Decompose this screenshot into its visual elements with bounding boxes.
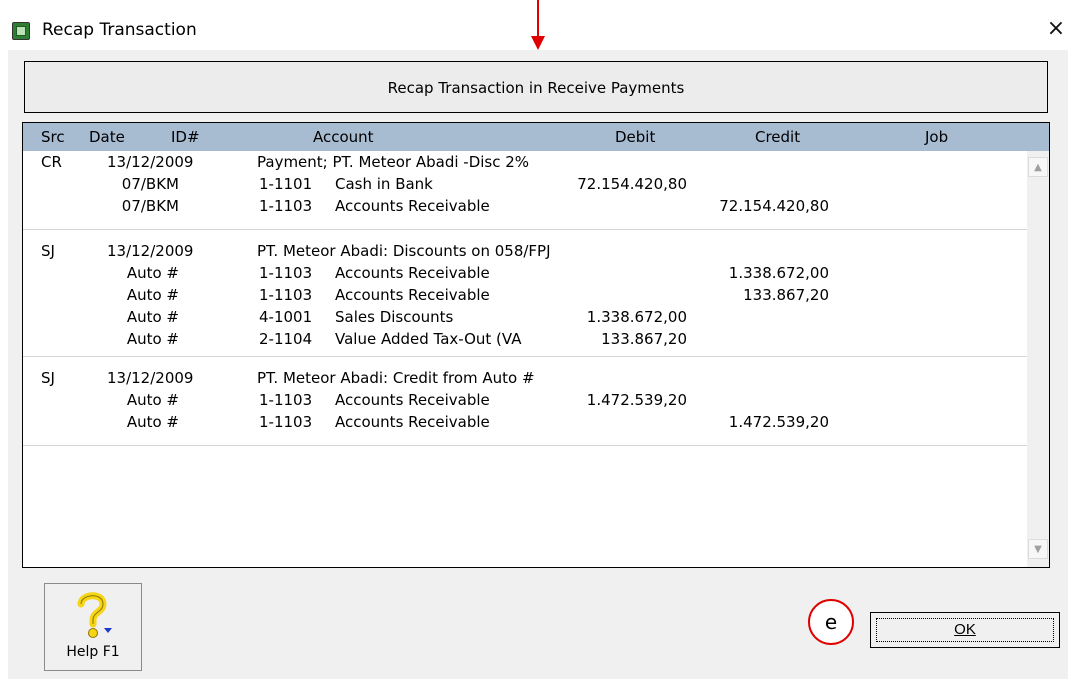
- ok-button-label: OK: [954, 621, 976, 638]
- transaction-group[interactable]: SJ 13/12/2009 PT. Meteor Abadi: Credit f…: [23, 365, 1027, 446]
- id-cell: Auto #: [126, 286, 179, 304]
- account-name-cell: Sales Discounts: [335, 308, 454, 326]
- transaction-header-row: CR 13/12/2009 Payment; PT. Meteor Abadi …: [23, 153, 1027, 175]
- table-row: 07/BKM 1-1103 Accounts Receivable 72.154…: [23, 197, 1027, 219]
- help-button-label: Help F1: [66, 644, 120, 660]
- close-button[interactable]: ×: [1042, 14, 1070, 44]
- account-number-cell: 4-1001: [259, 308, 313, 326]
- debit-cell: 1.472.539,20: [586, 391, 687, 409]
- account-name-cell: Value Added Tax-Out (VA: [335, 330, 522, 348]
- memo-cell: PT. Meteor Abadi: Credit from Auto #: [257, 369, 535, 387]
- column-header-debit: Debit: [615, 128, 656, 146]
- annotation-marker: e: [808, 599, 854, 645]
- id-cell: Auto #: [126, 264, 179, 282]
- debit-cell: 133.867,20: [601, 330, 687, 348]
- app-icon-inner: [16, 26, 26, 36]
- debit-cell: 1.338.672,00: [586, 308, 687, 326]
- id-cell: 07/BKM: [121, 175, 179, 193]
- question-mark-icon: [77, 592, 112, 638]
- ok-button[interactable]: OK: [870, 612, 1060, 648]
- annotation-arrow-icon: [531, 0, 545, 50]
- vertical-scrollbar[interactable]: ▲ ▼: [1027, 151, 1049, 567]
- src-cell: SJ: [41, 369, 55, 387]
- scroll-up-icon[interactable]: ▲: [1028, 157, 1048, 177]
- account-name-cell: Accounts Receivable: [335, 286, 490, 304]
- credit-cell: 1.338.672,00: [728, 264, 829, 282]
- memo-cell: Payment; PT. Meteor Abadi -Disc 2%: [257, 153, 530, 171]
- account-number-cell: 1-1101: [259, 175, 313, 193]
- column-header-id: ID#: [171, 128, 200, 146]
- transaction-header-row: SJ 13/12/2009 PT. Meteor Abadi: Discount…: [23, 242, 1027, 264]
- column-header-src: Src: [41, 128, 65, 146]
- account-name-cell: Accounts Receivable: [335, 197, 490, 215]
- credit-cell: 133.867,20: [743, 286, 829, 304]
- table-row: Auto # 1-1103 Accounts Receivable 1.472.…: [23, 391, 1027, 413]
- account-name-cell: Accounts Receivable: [335, 391, 490, 409]
- src-cell: CR: [41, 153, 62, 171]
- account-name-cell: Accounts Receivable: [335, 413, 490, 431]
- window-title: Recap Transaction: [42, 20, 197, 40]
- column-header-row: Src Date ID# Account Debit Credit Job: [23, 123, 1049, 151]
- column-header-job: Job: [925, 128, 949, 146]
- memo-cell: PT. Meteor Abadi: Discounts on 058/FPJ: [257, 242, 551, 260]
- column-header-account: Account: [313, 128, 374, 146]
- account-name-cell: Accounts Receivable: [335, 264, 490, 282]
- dialog-body: Recap Transaction in Receive Payments Sr…: [8, 50, 1068, 679]
- table-row: Auto # 2-1104 Value Added Tax-Out (VA 13…: [23, 330, 1027, 352]
- table-row: Auto # 1-1103 Accounts Receivable 1.338.…: [23, 264, 1027, 286]
- debit-cell: 72.154.420,80: [577, 175, 687, 193]
- help-button[interactable]: Help F1: [44, 583, 142, 671]
- table-row: Auto # 1-1103 Accounts Receivable 1.472.…: [23, 413, 1027, 435]
- transaction-group[interactable]: CR 13/12/2009 Payment; PT. Meteor Abadi …: [23, 151, 1027, 230]
- table-row: 07/BKM 1-1101 Cash in Bank 72.154.420,80: [23, 175, 1027, 197]
- account-number-cell: 1-1103: [259, 391, 313, 409]
- id-cell: Auto #: [126, 308, 179, 326]
- account-number-cell: 1-1103: [259, 264, 313, 282]
- transaction-list: CR 13/12/2009 Payment; PT. Meteor Abadi …: [23, 151, 1027, 567]
- id-cell: Auto #: [126, 391, 179, 409]
- id-cell: Auto #: [126, 330, 179, 348]
- credit-cell: 72.154.420,80: [719, 197, 829, 215]
- account-number-cell: 2-1104: [259, 330, 313, 348]
- id-cell: 07/BKM: [121, 197, 179, 215]
- column-header-date: Date: [89, 128, 125, 146]
- account-name-cell: Cash in Bank: [335, 175, 433, 193]
- table-row: Auto # 4-1001 Sales Discounts 1.338.672,…: [23, 308, 1027, 330]
- date-cell: 13/12/2009: [107, 369, 194, 387]
- app-icon: [12, 22, 30, 40]
- account-number-cell: 1-1103: [259, 286, 313, 304]
- scroll-down-icon[interactable]: ▼: [1028, 539, 1048, 559]
- src-cell: SJ: [41, 242, 55, 260]
- transaction-header-row: SJ 13/12/2009 PT. Meteor Abadi: Credit f…: [23, 369, 1027, 391]
- credit-cell: 1.472.539,20: [728, 413, 829, 431]
- date-cell: 13/12/2009: [107, 153, 194, 171]
- date-cell: 13/12/2009: [107, 242, 194, 260]
- column-header-credit: Credit: [755, 128, 801, 146]
- recap-table: Src Date ID# Account Debit Credit Job CR…: [22, 122, 1050, 568]
- account-number-cell: 1-1103: [259, 413, 313, 431]
- table-row: Auto # 1-1103 Accounts Receivable 133.86…: [23, 286, 1027, 308]
- recap-header-panel: Recap Transaction in Receive Payments: [24, 61, 1048, 113]
- id-cell: Auto #: [126, 413, 179, 431]
- transaction-group[interactable]: SJ 13/12/2009 PT. Meteor Abadi: Discount…: [23, 238, 1027, 357]
- account-number-cell: 1-1103: [259, 197, 313, 215]
